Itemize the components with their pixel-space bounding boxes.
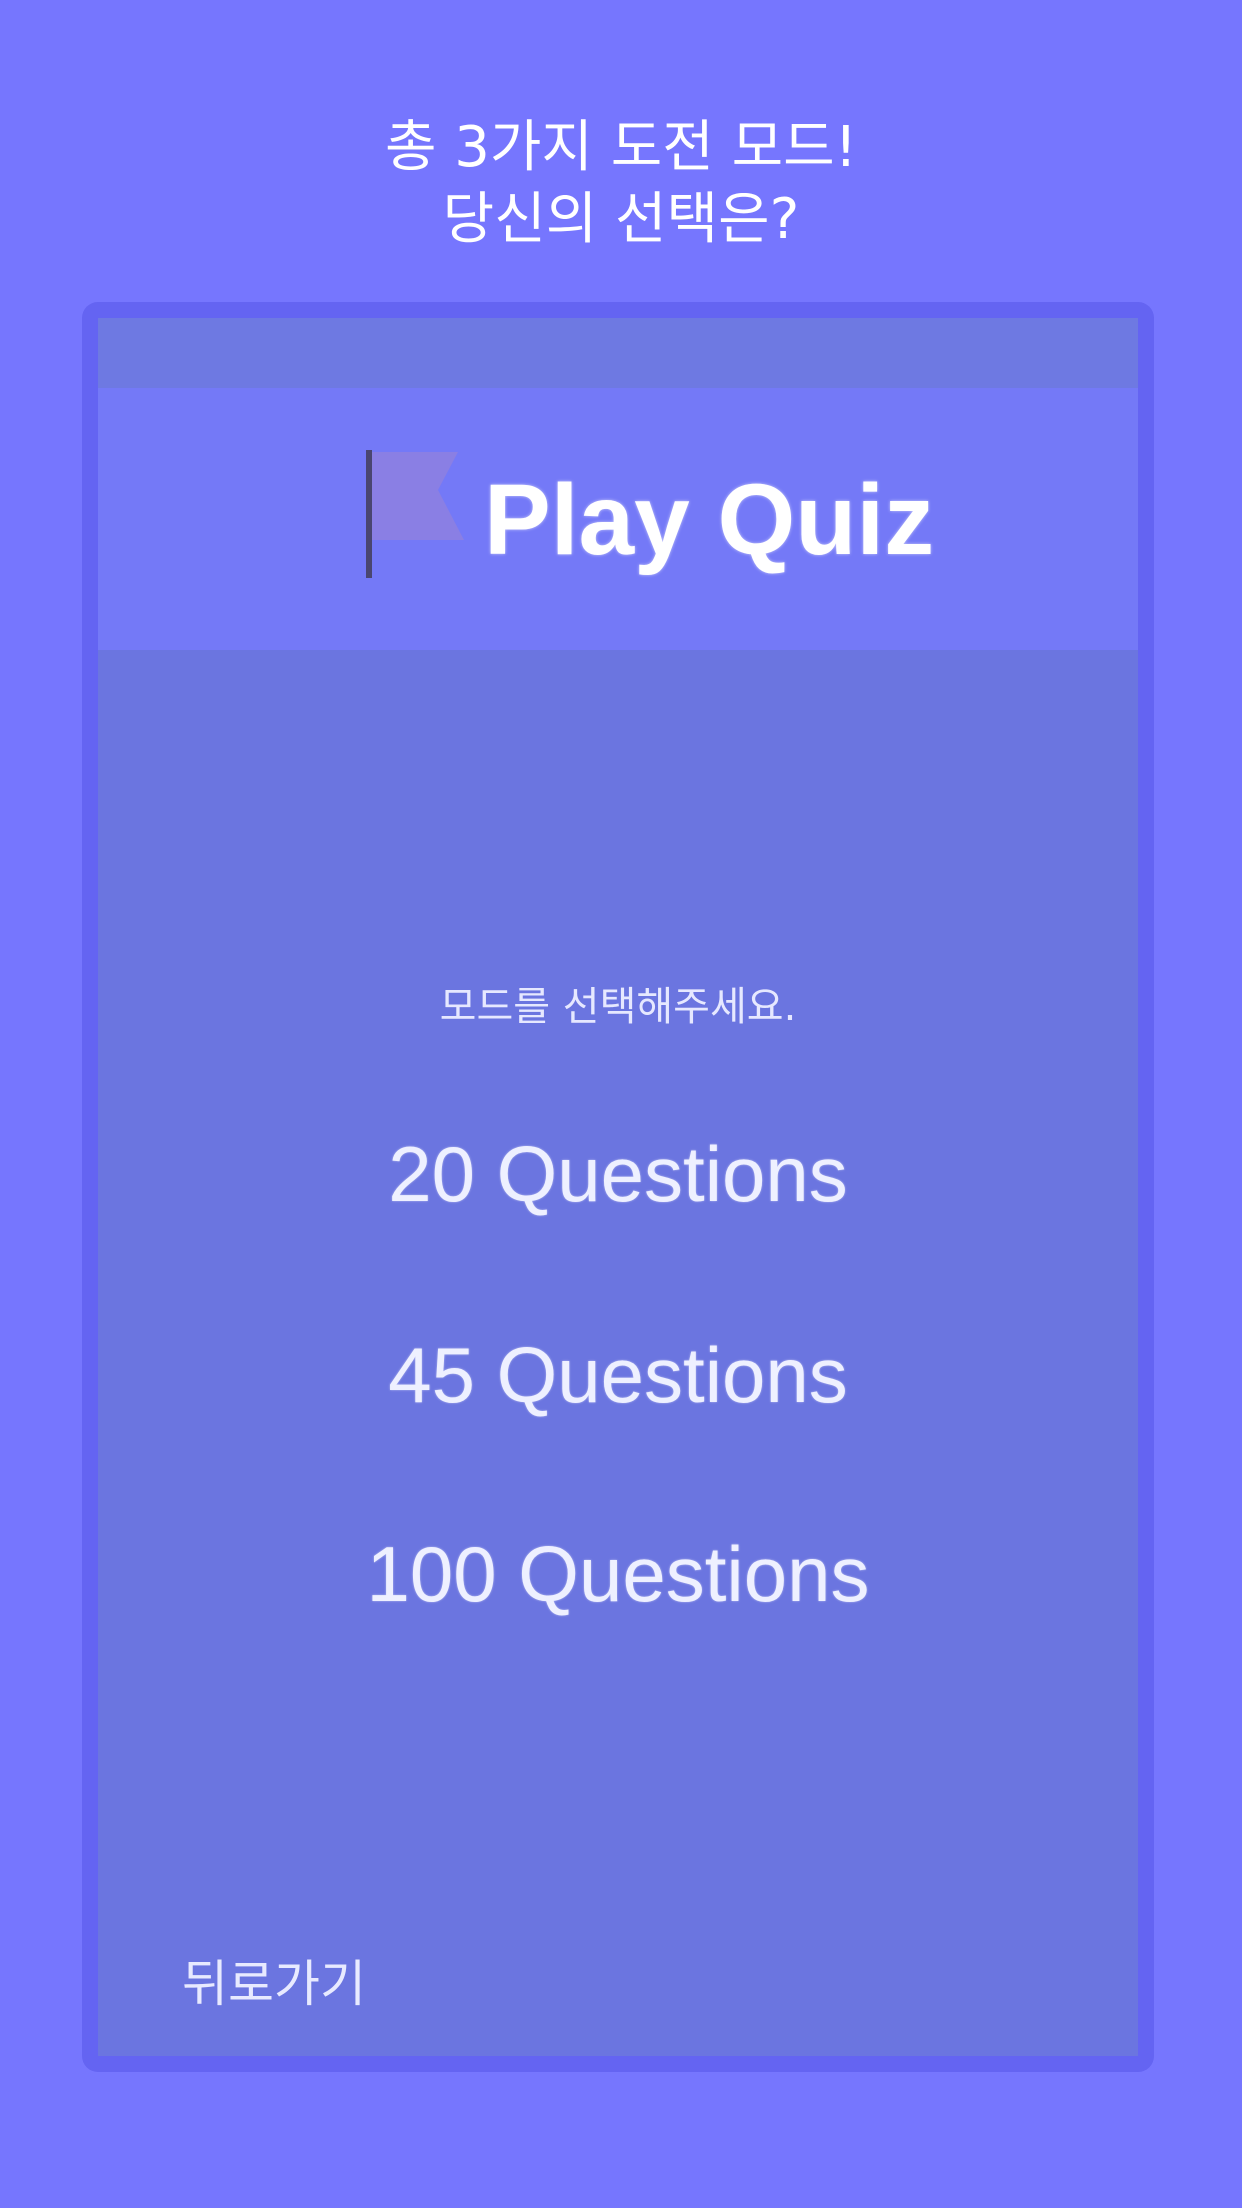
device-frame: Play Quiz 모드를 선택해주세요. 20 Questions 45 Qu… — [82, 302, 1154, 2072]
app-title: Play Quiz — [484, 464, 935, 576]
mode-prompt: 모드를 선택해주세요. — [439, 984, 797, 1030]
mode-100-questions-button[interactable]: 100 Questions — [98, 1529, 1138, 1619]
mode-20-questions-button[interactable]: 20 Questions — [98, 1129, 1138, 1219]
mode-45-questions-button[interactable]: 45 Questions — [98, 1330, 1138, 1420]
status-bar — [98, 318, 1138, 388]
app-screen: Play Quiz 모드를 선택해주세요. 20 Questions 45 Qu… — [98, 318, 1138, 2056]
promo-line-1: 총 3가지 도전 모드! — [384, 115, 858, 180]
promo-line-2: 당신의 선택은? — [442, 187, 800, 252]
back-button[interactable]: 뒤로가기 — [182, 1954, 366, 2014]
flag-icon — [366, 450, 464, 578]
promo-heading: 총 3가지 도전 모드! 당신의 선택은? — [0, 112, 1242, 256]
